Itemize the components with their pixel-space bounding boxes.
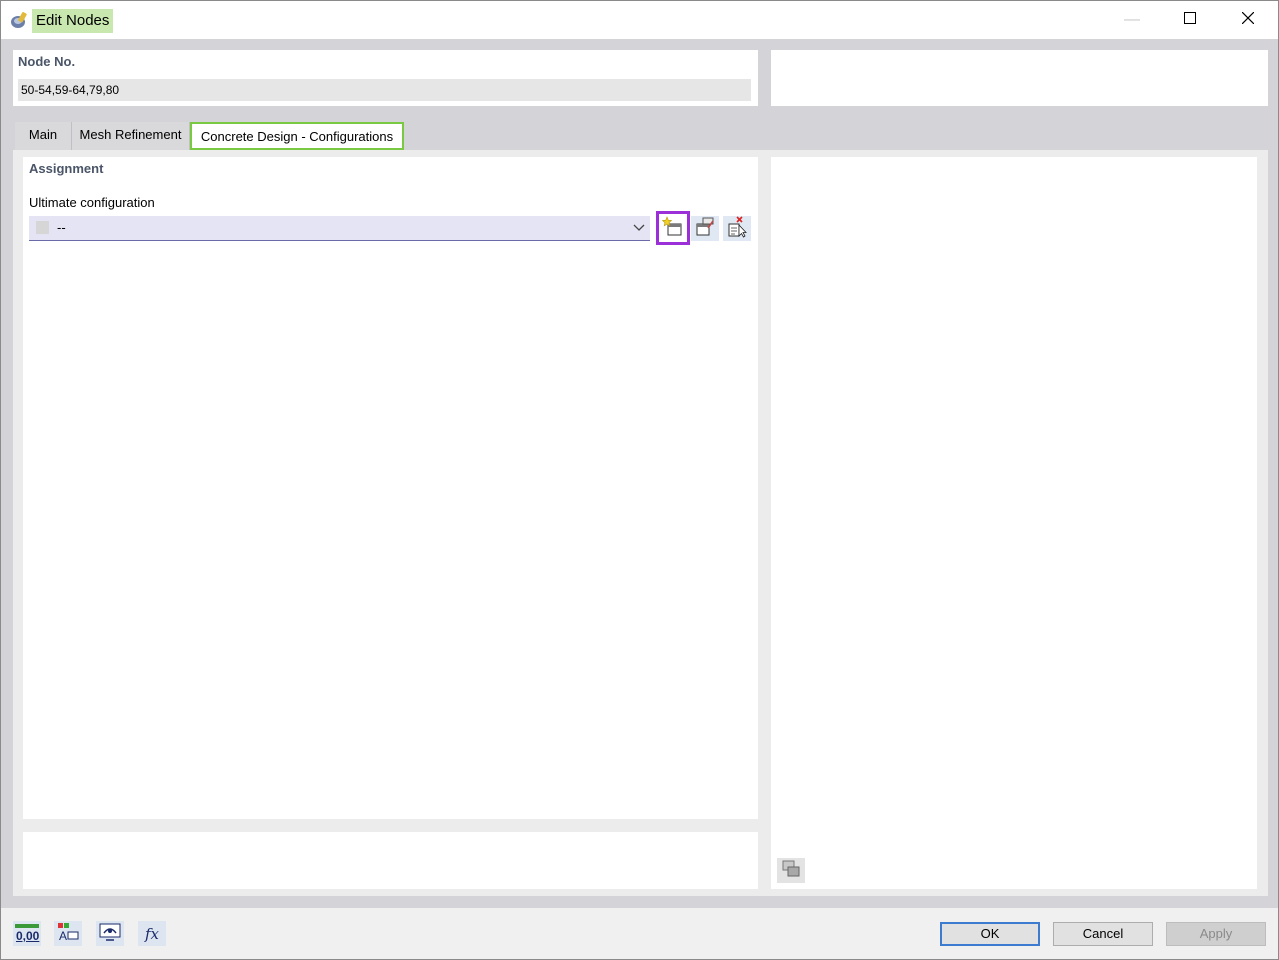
view-options-button[interactable] [96, 921, 124, 946]
configuration-color-swatch [36, 221, 49, 234]
edit-configuration-button[interactable] [691, 216, 719, 241]
maximize-icon [1184, 11, 1196, 29]
assignment-section-label: Assignment [29, 161, 104, 176]
edit-nodes-dialog: Edit Nodes — Node No. 50-54,59-64,79,80 … [0, 0, 1279, 960]
view-options-icon [98, 922, 122, 945]
select-from-model-button[interactable] [723, 216, 751, 241]
preview-options-icon [781, 859, 801, 882]
formula-icon: fx [144, 924, 159, 943]
tab-mesh-refinement[interactable]: Mesh Refinement [72, 122, 190, 150]
units-decimals-text: 0,00 [16, 928, 40, 943]
units-decimals-icon: 0,00 [15, 923, 40, 944]
svg-text:A: A [59, 929, 67, 942]
preview-options-button[interactable] [777, 858, 805, 883]
ultimate-configuration-label: Ultimate configuration [29, 195, 155, 210]
maximize-button[interactable] [1161, 1, 1219, 39]
preview-panel [771, 157, 1257, 889]
apply-button[interactable]: Apply [1166, 922, 1266, 946]
preview-top-panel [771, 50, 1268, 106]
info-panel [23, 832, 758, 889]
node-number-label: Node No. [18, 54, 76, 69]
window-title: Edit Nodes [32, 9, 114, 33]
cancel-button[interactable]: Cancel [1053, 922, 1153, 946]
tab-main[interactable]: Main [15, 122, 72, 150]
chevron-down-icon[interactable] [632, 219, 646, 235]
dialog-footer: 0,00 A fx OK Cancel Apply [1, 908, 1278, 959]
app-icon [9, 10, 29, 30]
text-attributes-button[interactable]: A [54, 921, 82, 946]
units-decimals-button[interactable]: 0,00 [13, 921, 41, 946]
assignment-panel [23, 157, 758, 819]
formula-button[interactable]: fx [138, 921, 166, 946]
title-bar: Edit Nodes — [1, 1, 1278, 39]
close-button[interactable] [1219, 1, 1277, 39]
minimize-button[interactable]: — [1103, 1, 1161, 39]
minimize-icon: — [1124, 11, 1140, 28]
new-configuration-button[interactable] [656, 211, 690, 245]
edit-configuration-icon [694, 217, 716, 240]
ultimate-configuration-select[interactable]: -- [29, 216, 650, 241]
ok-button[interactable]: OK [940, 922, 1040, 946]
text-attributes-icon: A [56, 922, 80, 945]
close-icon [1241, 11, 1255, 29]
new-configuration-icon [661, 215, 685, 241]
node-number-field[interactable]: 50-54,59-64,79,80 [18, 79, 751, 101]
select-from-model-icon [726, 216, 748, 241]
ultimate-configuration-value: -- [57, 220, 66, 235]
tab-concrete-design-configurations[interactable]: Concrete Design - Configurations [190, 122, 404, 150]
